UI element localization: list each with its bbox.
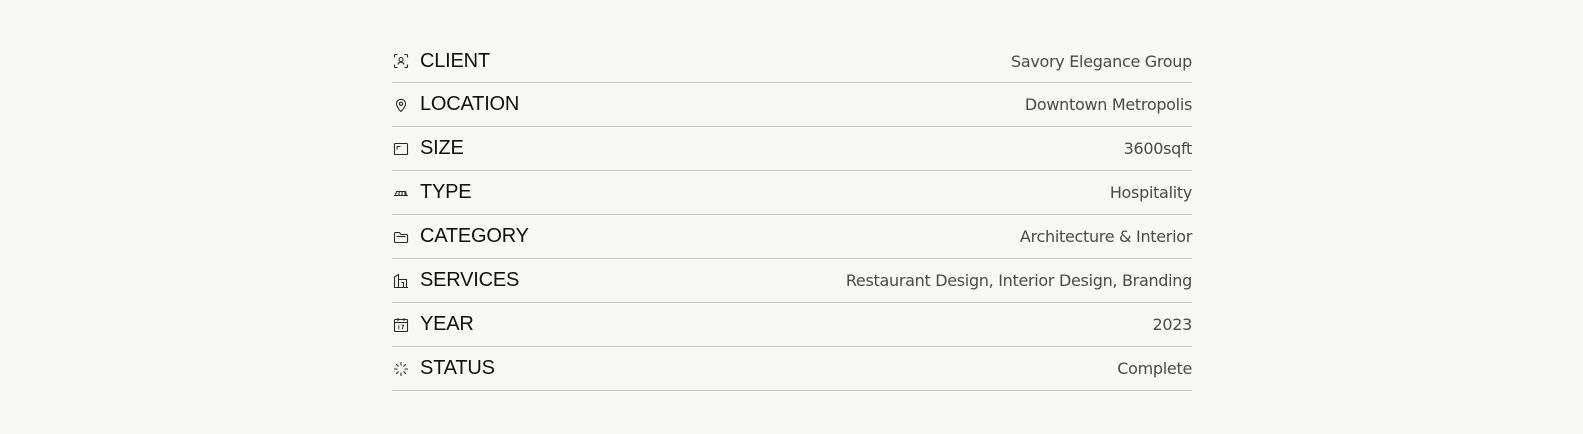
detail-value: Restaurant Design, Interior Design, Bran…	[845, 271, 1192, 290]
detail-label: LOCATION	[420, 93, 520, 115]
type-icon	[392, 184, 410, 202]
detail-label: YEAR	[420, 313, 474, 335]
detail-label-group: YEAR	[392, 313, 474, 336]
detail-label: STATUS	[420, 357, 495, 379]
detail-value: Hospitality	[1109, 183, 1192, 202]
detail-row-type: TYPE Hospitality	[392, 171, 1192, 215]
location-pin-icon	[392, 96, 410, 114]
detail-label-group: CATEGORY	[392, 225, 529, 248]
detail-value: Complete	[1117, 359, 1192, 378]
detail-row-status: STATUS Complete	[392, 347, 1192, 391]
detail-label: CLIENT	[420, 49, 490, 72]
detail-label-group: TYPE	[392, 181, 472, 204]
detail-value: Architecture & Interior	[1019, 227, 1192, 246]
detail-value: Savory Elegance Group	[1011, 51, 1192, 71]
detail-label: CATEGORY	[420, 225, 529, 247]
client-icon	[392, 52, 410, 70]
detail-row-location: LOCATION Downtown Metropolis	[392, 83, 1192, 127]
folder-icon	[392, 228, 410, 246]
detail-label: SIZE	[420, 137, 464, 159]
detail-label-group: STATUS	[392, 357, 495, 380]
detail-row-size: SIZE 3600sqft	[392, 127, 1192, 171]
detail-label-group: SERVICES	[392, 269, 519, 292]
detail-value: 3600sqft	[1123, 139, 1193, 158]
detail-label: TYPE	[420, 181, 472, 203]
detail-row-year: YEAR 2023	[392, 303, 1192, 347]
detail-label-group: CLIENT	[392, 50, 490, 73]
detail-label-group: SIZE	[392, 137, 464, 160]
calendar-icon	[392, 316, 410, 334]
size-icon	[392, 140, 410, 158]
detail-row-services: SERVICES Restaurant Design, Interior Des…	[392, 259, 1192, 303]
detail-row-client: CLIENT Savory Elegance Group	[392, 40, 1192, 83]
detail-value: 2023	[1152, 315, 1192, 334]
detail-value: Downtown Metropolis	[1024, 95, 1192, 114]
building-icon	[392, 272, 410, 290]
project-details-list: CLIENT Savory Elegance Group LOCATION Do…	[392, 40, 1192, 391]
loading-icon	[392, 360, 410, 378]
detail-label: SERVICES	[420, 269, 520, 291]
detail-label-group: LOCATION	[392, 93, 519, 116]
detail-row-category: CATEGORY Architecture & Interior	[392, 215, 1192, 259]
